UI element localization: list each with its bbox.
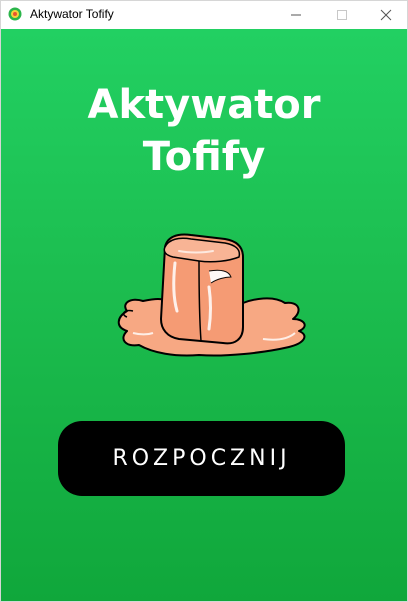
close-button[interactable] xyxy=(363,1,407,29)
melting-ice-cube-icon xyxy=(117,233,306,357)
page-title-line-1: Aktywator xyxy=(87,82,321,128)
maximize-icon xyxy=(337,10,347,20)
close-icon xyxy=(380,9,392,21)
page-title: Aktywator Tofify xyxy=(1,79,407,183)
main-panel: Aktywator Tofify ROZPOCZNIJ xyxy=(1,29,407,601)
minimize-icon xyxy=(291,14,301,16)
title-bar[interactable]: Aktywator Tofify xyxy=(1,1,407,29)
start-button[interactable]: ROZPOCZNIJ xyxy=(58,421,345,496)
maximize-button[interactable] xyxy=(319,1,365,29)
window-title: Aktywator Tofify xyxy=(30,7,114,21)
app-window: Aktywator Tofify Aktywator Tofify ROZPOC… xyxy=(0,0,408,602)
minimize-button[interactable] xyxy=(273,1,319,29)
page-title-line-2: Tofify xyxy=(142,134,266,180)
app-logo-icon xyxy=(8,7,22,21)
